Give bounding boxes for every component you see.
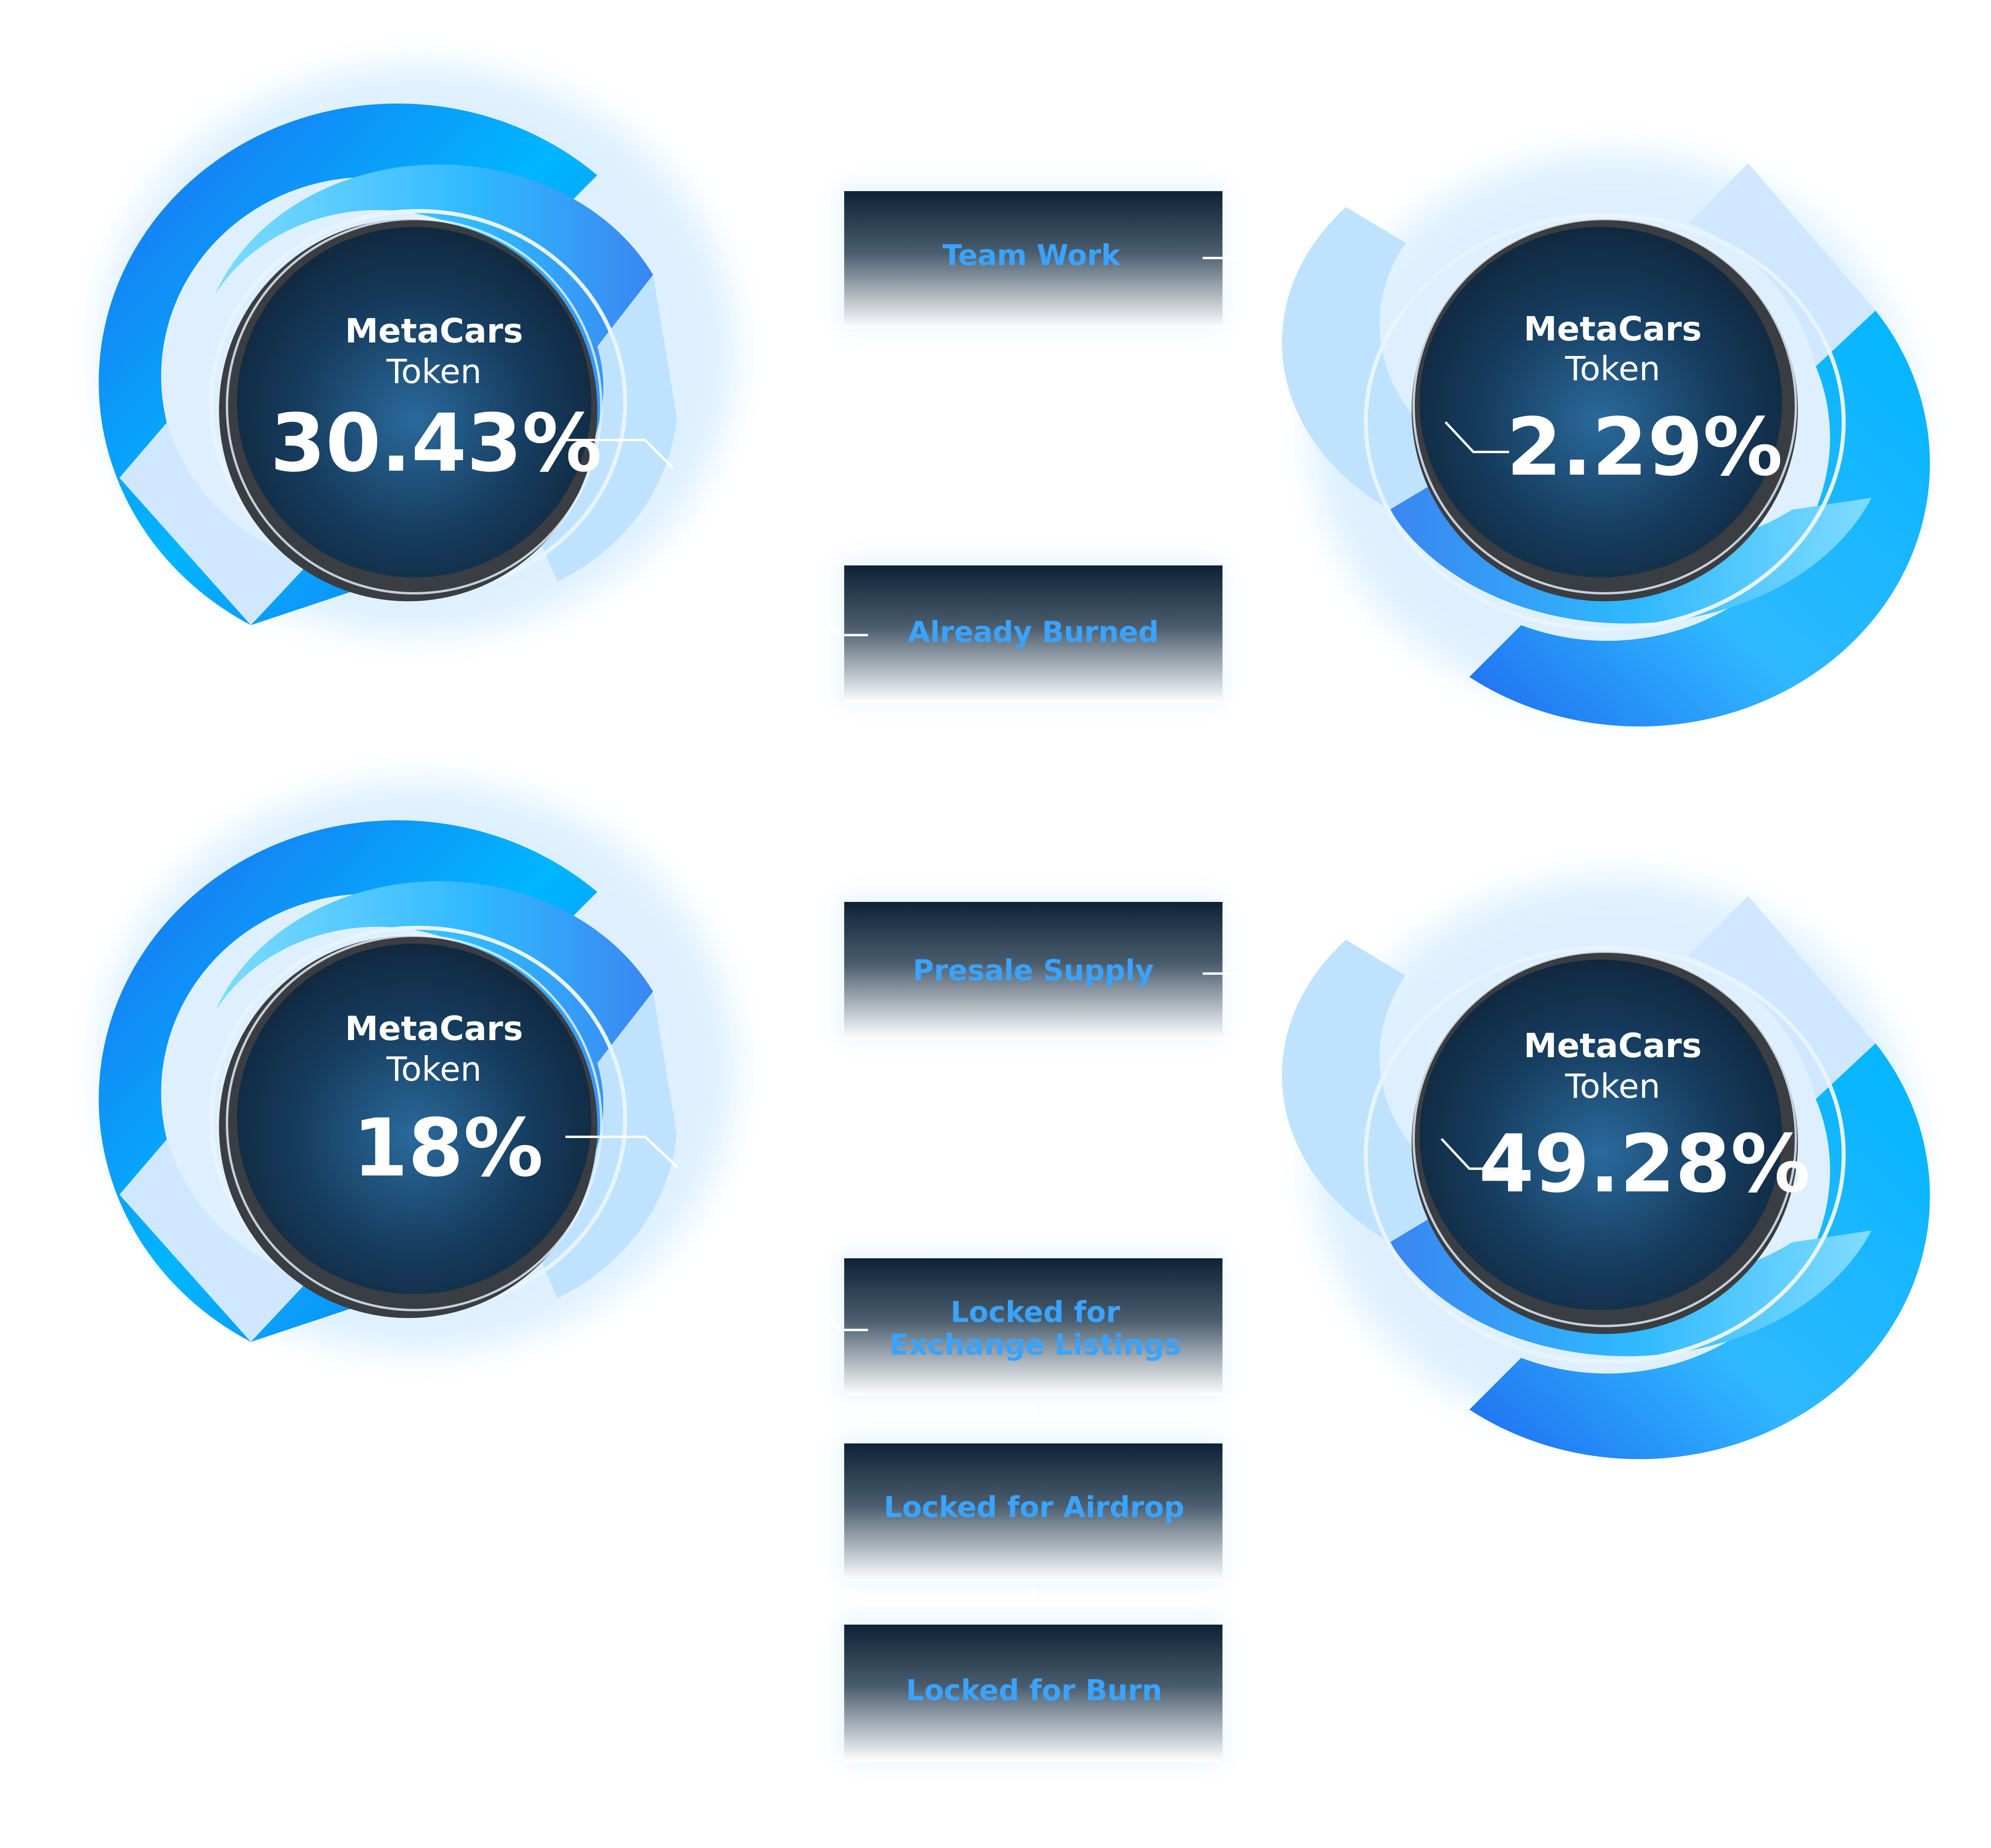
category-label-line2: Exchange Listings: [889, 1328, 1181, 1361]
category-box-team-work: Team Work: [840, 183, 1274, 330]
token-card-presale-supply: MetaCars Token 18%: [98, 780, 737, 1354]
category-box-locked-burn: Locked for Burn: [840, 1617, 1222, 1764]
token-card-already-burned: MetaCars Token 2.29%: [1282, 151, 1930, 727]
category-label: Locked for Burn: [906, 1674, 1162, 1707]
token-percent: 2.29%: [1506, 401, 1783, 494]
plus-icon: [1017, 1587, 1049, 1619]
category-label: Team Work: [943, 239, 1121, 272]
token-brand: MetaCars: [345, 311, 523, 350]
token-percent: 30.43%: [270, 397, 602, 490]
category-column: Team Work Already Burned Presale Supply …: [807, 183, 1274, 1764]
token-percent: 49.28%: [1479, 1118, 1810, 1210]
category-label: Already Burned: [908, 615, 1159, 649]
category-label: Locked for Airdrop: [884, 1490, 1185, 1524]
token-unit: Token: [1565, 349, 1660, 388]
plus-icon: [1017, 1402, 1049, 1434]
token-unit: Token: [386, 1050, 482, 1089]
token-percent: 18%: [353, 1102, 544, 1195]
token-distribution-diagram: MetaCars Token 30.43% MetaCars Token 2.2…: [98, 64, 1930, 1764]
token-brand: MetaCars: [1524, 309, 1702, 348]
category-box-locked-airdrop: Locked for Airdrop: [840, 1435, 1222, 1583]
token-card-locked: MetaCars Token 49.28%: [1282, 876, 1930, 1459]
token-unit: Token: [1565, 1067, 1660, 1106]
token-brand: MetaCars: [345, 1009, 523, 1048]
category-box-already-burned: Already Burned: [807, 557, 1222, 705]
token-brand: MetaCars: [1524, 1026, 1702, 1065]
category-box-locked-exchange: Locked for Exchange Listings: [807, 1250, 1222, 1398]
token-card-team-work: MetaCars Token 30.43%: [98, 64, 737, 637]
category-label-line1: Locked for: [951, 1295, 1120, 1329]
token-unit: Token: [386, 352, 482, 391]
category-box-presale-supply: Presale Supply: [840, 894, 1274, 1041]
category-label: Presale Supply: [913, 954, 1154, 987]
